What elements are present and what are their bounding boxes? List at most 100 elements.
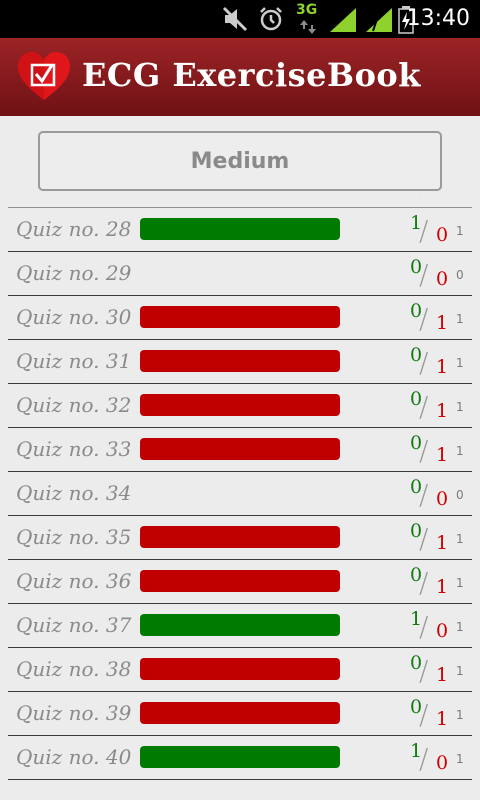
total-count: 1 bbox=[456, 664, 464, 678]
score-separator: / bbox=[419, 610, 429, 643]
result-bar-wrong bbox=[140, 570, 340, 592]
result-bar-wrong bbox=[140, 350, 340, 372]
wrong-count: 1 bbox=[436, 664, 449, 686]
difficulty-button[interactable]: Medium bbox=[38, 131, 442, 191]
total-count: 1 bbox=[456, 708, 464, 722]
quiz-score: 0/0 0 bbox=[400, 474, 480, 514]
result-bar-correct bbox=[140, 746, 340, 768]
signal-alt-icon bbox=[366, 8, 392, 32]
score-separator: / bbox=[419, 214, 429, 247]
total-count: 1 bbox=[456, 312, 464, 326]
wrong-count: 0 bbox=[436, 620, 449, 642]
status-bar: 3G 13:40 bbox=[0, 0, 480, 38]
app-title: ECG ExerciseBook bbox=[82, 56, 421, 94]
score-separator: / bbox=[419, 302, 429, 335]
total-count: 1 bbox=[456, 576, 464, 590]
quiz-label: Quiz no. 34 bbox=[16, 481, 132, 505]
quiz-row[interactable]: Quiz no. 38 0/1 1 bbox=[0, 648, 480, 692]
score-separator: / bbox=[419, 346, 429, 379]
quiz-label: Quiz no. 37 bbox=[16, 613, 132, 637]
heart-checkbox-icon[interactable] bbox=[18, 52, 70, 102]
quiz-label: Quiz no. 32 bbox=[16, 393, 132, 417]
total-count: 1 bbox=[456, 356, 464, 370]
quiz-score: 0/11 bbox=[400, 650, 480, 690]
score-separator: / bbox=[419, 390, 429, 423]
wrong-count: 0 bbox=[436, 488, 449, 510]
quiz-row[interactable]: Quiz no. 35 0/1 1 bbox=[0, 516, 480, 560]
score-separator: / bbox=[419, 698, 429, 731]
quiz-score: 0/11 bbox=[400, 298, 480, 338]
quiz-row[interactable]: Quiz no. 37 1/0 1 bbox=[0, 604, 480, 648]
wrong-count: 1 bbox=[436, 532, 449, 554]
total-count: 0 bbox=[456, 488, 464, 502]
quiz-label: Quiz no. 33 bbox=[16, 437, 132, 461]
result-bar-wrong bbox=[140, 702, 340, 724]
result-bar-wrong bbox=[140, 526, 340, 548]
total-count: 1 bbox=[456, 752, 464, 766]
wrong-count: 1 bbox=[436, 444, 449, 466]
total-count: 1 bbox=[456, 532, 464, 546]
result-bar-wrong bbox=[140, 306, 340, 328]
total-count: 1 bbox=[456, 444, 464, 458]
score-separator: / bbox=[419, 566, 429, 599]
score-separator: / bbox=[419, 742, 429, 775]
quiz-row[interactable]: Quiz no. 29 0/0 0 bbox=[0, 252, 480, 296]
quiz-score: 0/11 bbox=[400, 430, 480, 470]
result-bar-wrong bbox=[140, 658, 340, 680]
total-count: 1 bbox=[456, 400, 464, 414]
quiz-row[interactable]: Quiz no. 32 0/1 1 bbox=[0, 384, 480, 428]
quiz-label: Quiz no. 28 bbox=[16, 217, 132, 241]
quiz-label: Quiz no. 29 bbox=[16, 261, 132, 285]
quiz-score: 0/11 bbox=[400, 562, 480, 602]
quiz-row[interactable]: Quiz no. 36 0/1 1 bbox=[0, 560, 480, 604]
wrong-count: 1 bbox=[436, 356, 449, 378]
score-separator: / bbox=[419, 522, 429, 555]
quiz-score: 1/0 1 bbox=[400, 738, 480, 778]
quiz-score: 1/0 1 bbox=[400, 606, 480, 646]
score-separator: / bbox=[419, 478, 429, 511]
network-type-label: 3G bbox=[296, 2, 318, 18]
quiz-row[interactable]: Quiz no. 31 0/1 1 bbox=[0, 340, 480, 384]
wrong-count: 0 bbox=[436, 268, 449, 290]
quiz-list[interactable]: Quiz no. 270/11Quiz no. 281/01Quiz no. 2… bbox=[0, 196, 480, 800]
quiz-label: Quiz no. 38 bbox=[16, 657, 132, 681]
total-count: 1 bbox=[456, 620, 464, 634]
result-bar-wrong bbox=[140, 438, 340, 460]
signal-icon bbox=[330, 8, 356, 32]
list-top-fade bbox=[0, 196, 480, 218]
quiz-row[interactable]: Quiz no. 30 0/1 1 bbox=[0, 296, 480, 340]
score-separator: / bbox=[419, 654, 429, 687]
wrong-count: 1 bbox=[436, 400, 449, 422]
wrong-count: 0 bbox=[436, 752, 449, 774]
row-divider bbox=[8, 779, 472, 780]
result-bar-correct bbox=[140, 218, 340, 240]
quiz-label: Quiz no. 30 bbox=[16, 305, 132, 329]
quiz-label: Quiz no. 36 bbox=[16, 569, 132, 593]
mute-icon bbox=[222, 6, 248, 32]
quiz-label: Quiz no. 35 bbox=[16, 525, 132, 549]
3g-icon: 3G bbox=[296, 2, 322, 36]
alarm-icon bbox=[260, 7, 282, 31]
total-count: 1 bbox=[456, 224, 464, 238]
result-bar-wrong bbox=[140, 394, 340, 416]
result-bar-correct bbox=[140, 614, 340, 636]
quiz-score: 0/11 bbox=[400, 342, 480, 382]
score-separator: / bbox=[419, 434, 429, 467]
quiz-row[interactable]: Quiz no. 40 1/0 1 bbox=[0, 736, 480, 780]
quiz-score: 0/0 0 bbox=[400, 254, 480, 294]
wrong-count: 1 bbox=[436, 312, 449, 334]
clock: 13:40 bbox=[406, 6, 470, 31]
quiz-label: Quiz no. 39 bbox=[16, 701, 132, 725]
wrong-count: 0 bbox=[436, 224, 449, 246]
quiz-row[interactable]: Quiz no. 34 0/0 0 bbox=[0, 472, 480, 516]
quiz-row[interactable]: Quiz no. 33 0/1 1 bbox=[0, 428, 480, 472]
app-bar: ECG ExerciseBook bbox=[0, 38, 480, 116]
wrong-count: 1 bbox=[436, 708, 449, 730]
quiz-score: 0/11 bbox=[400, 386, 480, 426]
wrong-count: 1 bbox=[436, 576, 449, 598]
score-separator: / bbox=[419, 258, 429, 291]
quiz-row[interactable]: Quiz no. 39 0/1 1 bbox=[0, 692, 480, 736]
quiz-score: 0/11 bbox=[400, 694, 480, 734]
quiz-label: Quiz no. 31 bbox=[16, 349, 132, 373]
quiz-score: 0/11 bbox=[400, 518, 480, 558]
